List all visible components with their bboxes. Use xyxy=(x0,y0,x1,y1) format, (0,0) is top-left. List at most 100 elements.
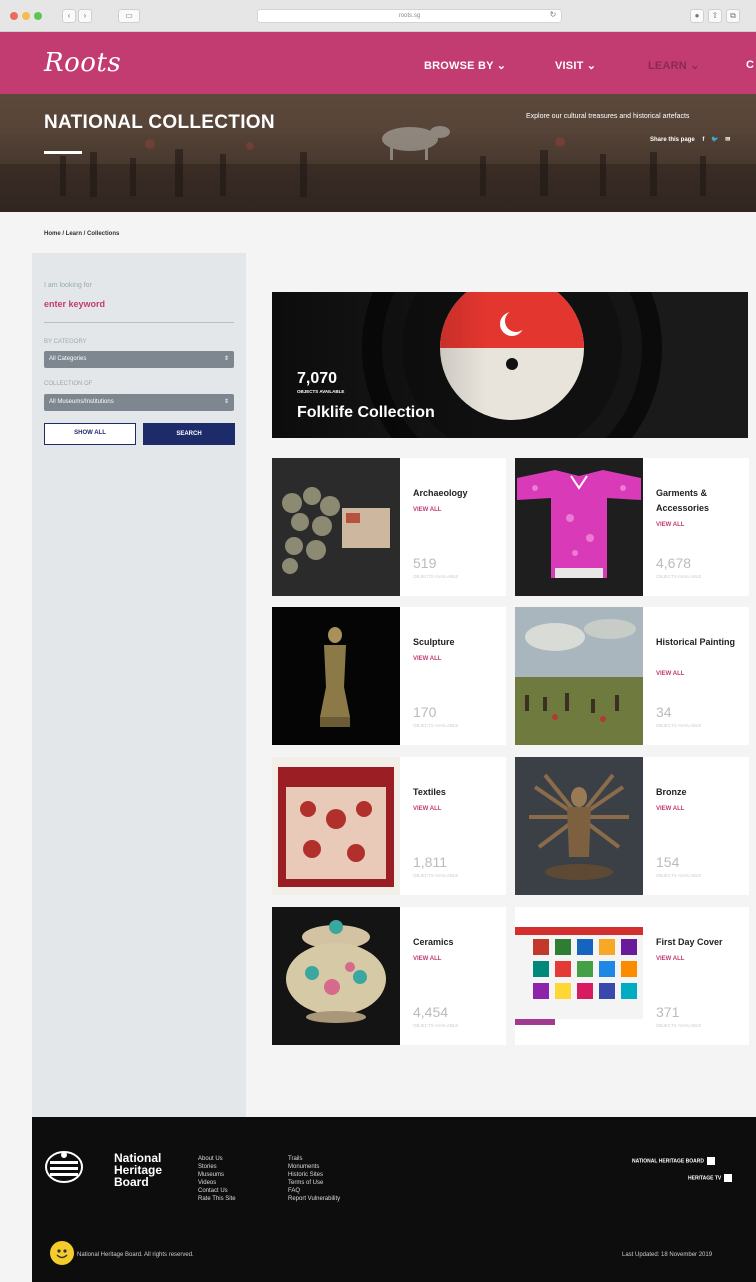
by-category-label: BY CATEGORY xyxy=(44,339,87,345)
footer-links-col2: Trails Monuments Historic Sites Terms of… xyxy=(288,1155,340,1203)
twitter-icon[interactable]: 🐦 xyxy=(711,137,718,143)
breadcrumb[interactable]: Home / Learn / Collections xyxy=(44,231,119,237)
nav-more[interactable]: C xyxy=(746,59,754,71)
search-button[interactable]: SEARCH xyxy=(143,423,235,445)
bronze-image xyxy=(515,757,643,895)
maximize-window-icon[interactable] xyxy=(34,12,42,20)
objects-available-label: OBJECTS AVAILABLE xyxy=(656,873,702,878)
forward-icon[interactable]: › xyxy=(78,9,92,23)
featured-count: 7,070 xyxy=(297,370,338,387)
collection-name: Sculpture xyxy=(413,637,455,647)
collection-of-label: COLLECTION OF xyxy=(44,381,93,387)
page-title: NATIONAL COLLECTION xyxy=(44,112,275,133)
collection-count: 4,454 xyxy=(413,1004,449,1020)
objects-available-label: OBJECTS AVAILABLE xyxy=(413,1023,459,1028)
collection-count: 4,678 xyxy=(656,555,692,571)
nhb-external-link[interactable]: NATIONAL HERITAGE BOARD xyxy=(632,1157,715,1165)
collection-name: Textiles xyxy=(413,787,446,797)
chevron-down-icon: ⌄ xyxy=(690,60,700,72)
footer-link-videos[interactable]: Videos xyxy=(198,1179,236,1187)
textiles-image xyxy=(272,757,400,895)
footer-link-faq[interactable]: FAQ xyxy=(288,1187,340,1195)
view-all-link[interactable]: VIEW ALL xyxy=(656,956,684,962)
category-select[interactable]: All Categories ⇕ xyxy=(44,351,234,368)
minimize-window-icon[interactable] xyxy=(22,12,30,20)
collection-count: 34 xyxy=(656,704,672,720)
share-icon[interactable]: ⇧ xyxy=(708,9,722,23)
facebook-icon[interactable]: f xyxy=(702,137,704,143)
view-all-link[interactable]: VIEW ALL xyxy=(413,956,441,962)
footer-link-museums[interactable]: Museums xyxy=(198,1171,236,1179)
nhb-wordmark[interactable]: National Heritage Board xyxy=(114,1152,162,1188)
filter-sidebar: I am looking for enter keyword BY CATEGO… xyxy=(32,253,246,1117)
hero-tagline: Explore our cultural treasures and histo… xyxy=(526,113,690,120)
back-icon[interactable]: ‹ xyxy=(62,9,76,23)
collection-card-sculpture[interactable]: Sculpture VIEW ALL 170 OBJECTS AVAILABLE xyxy=(272,607,506,745)
email-icon[interactable]: ✉ xyxy=(725,137,730,143)
featured-name: Folklife Collection xyxy=(297,404,435,421)
footer-link-about[interactable]: About Us xyxy=(198,1155,236,1163)
first-day-cover-image xyxy=(515,907,643,1045)
collection-card-garments[interactable]: Garments & Accessories VIEW ALL 4,678 OB… xyxy=(515,458,749,596)
sidebar-toggle-icon[interactable]: ▭ xyxy=(118,9,140,23)
tabs-icon[interactable]: ⧉ xyxy=(726,9,740,23)
collection-card-ceramics[interactable]: Ceramics VIEW ALL 4,454 OBJECTS AVAILABL… xyxy=(272,907,506,1045)
ceramics-image xyxy=(272,907,400,1045)
nav-learn[interactable]: LEARN ⌄ xyxy=(648,59,700,72)
footer-link-historic-sites[interactable]: Historic Sites xyxy=(288,1171,340,1179)
nav-visit[interactable]: VISIT ⌄ xyxy=(555,59,596,72)
footer-link-trails[interactable]: Trails xyxy=(288,1155,340,1163)
collection-name: Ceramics xyxy=(413,937,454,947)
view-all-link[interactable]: VIEW ALL xyxy=(413,656,441,662)
collection-name: Archaeology xyxy=(413,488,468,498)
copyright-text: National Heritage Board. All rights rese… xyxy=(77,1252,194,1258)
browser-chrome: ‹ › ▭ roots.sg ↻ ● ⇧ ⧉ xyxy=(0,0,756,32)
view-all-link[interactable]: VIEW ALL xyxy=(656,671,684,677)
downloads-icon[interactable]: ● xyxy=(690,9,704,23)
hero-banner: NATIONAL COLLECTION Explore our cultural… xyxy=(0,94,756,212)
nav-browse-by[interactable]: BROWSE BY ⌄ xyxy=(424,59,506,72)
objects-available-label: OBJECTS AVAILABLE xyxy=(413,873,459,878)
category-select-value: All Categories xyxy=(49,356,87,362)
featured-collection-card[interactable]: 7,070 OBJECTS AVAILABLE Folklife Collect… xyxy=(272,292,748,438)
heritage-tv-link[interactable]: HERITAGE TV xyxy=(688,1174,733,1182)
collection-card-first-day-cover[interactable]: First Day Cover VIEW ALL 371 OBJECTS AVA… xyxy=(515,907,749,1045)
keyword-input[interactable]: enter keyword xyxy=(44,299,105,309)
nhb-logo-icon[interactable] xyxy=(44,1147,84,1187)
footer-link-report[interactable]: Report Vulnerability xyxy=(288,1195,340,1203)
collection-card-bronze[interactable]: Bronze VIEW ALL 154 OBJECTS AVAILABLE xyxy=(515,757,749,895)
address-bar[interactable]: roots.sg xyxy=(257,9,562,23)
view-all-link[interactable]: VIEW ALL xyxy=(656,522,684,528)
footer-link-stories[interactable]: Stories xyxy=(198,1163,236,1171)
collection-name: Garments & Accessories xyxy=(656,488,710,513)
chevron-down-icon: ⌄ xyxy=(586,60,597,72)
garments-image xyxy=(515,458,643,596)
footer-link-contact[interactable]: Contact Us xyxy=(198,1187,236,1195)
view-all-link[interactable]: VIEW ALL xyxy=(656,806,684,812)
close-window-icon[interactable] xyxy=(10,12,18,20)
collection-card-textiles[interactable]: Textiles VIEW ALL 1,811 OBJECTS AVAILABL… xyxy=(272,757,506,895)
footer-link-terms[interactable]: Terms of Use xyxy=(288,1179,340,1187)
collection-name: Historical Painting xyxy=(656,637,736,647)
chevron-updown-icon: ⇕ xyxy=(223,399,229,405)
collection-count: 1,811 xyxy=(413,854,447,870)
feedback-smiley-icon[interactable] xyxy=(50,1241,74,1265)
collection-name: Bronze xyxy=(656,787,687,797)
collection-count: 170 xyxy=(413,704,437,720)
collection-select[interactable]: All Museums/Institutions ⇕ xyxy=(44,394,234,411)
view-all-link[interactable]: VIEW ALL xyxy=(413,806,441,812)
show-all-button[interactable]: SHOW ALL xyxy=(44,423,136,445)
view-all-link[interactable]: VIEW ALL xyxy=(413,507,441,513)
keyword-underline xyxy=(44,322,234,323)
share-label: Share this page xyxy=(650,137,695,143)
collection-card-archaeology[interactable]: Archaeology VIEW ALL 519 OBJECTS AVAILAB… xyxy=(272,458,506,596)
roots-logo[interactable]: Roots xyxy=(44,48,121,78)
site-header: Roots BROWSE BY ⌄ VISIT ⌄ LEARN ⌄ C xyxy=(0,32,756,94)
footer-link-rate[interactable]: Rate This Site xyxy=(198,1195,236,1203)
objects-available-label: OBJECTS AVAILABLE xyxy=(656,1023,702,1028)
reload-icon[interactable]: ↻ xyxy=(548,9,558,23)
objects-available-label: OBJECTS AVAILABLE xyxy=(413,574,459,579)
collection-card-historical-painting[interactable]: Historical Painting VIEW ALL 34 OBJECTS … xyxy=(515,607,749,745)
external-link-icon xyxy=(706,1157,715,1165)
footer-link-monuments[interactable]: Monuments xyxy=(288,1163,340,1171)
